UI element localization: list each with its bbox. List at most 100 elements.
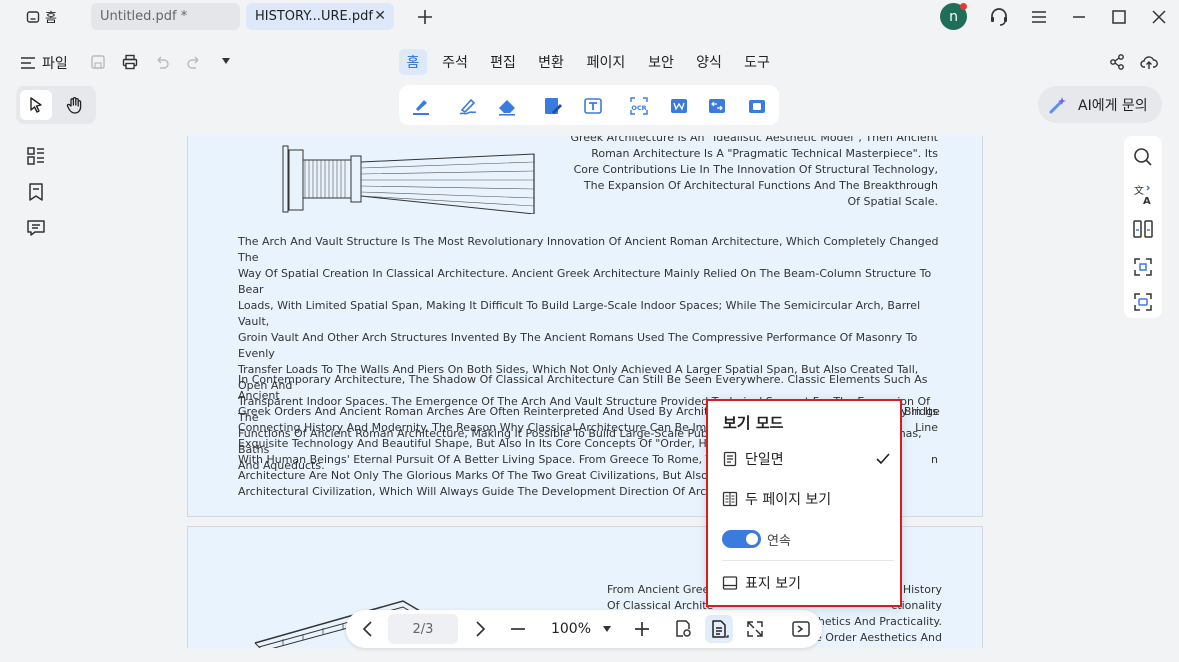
paragraph-line: Groin Vault And Other Arch Structures In… (238, 331, 918, 360)
share-button[interactable] (1108, 53, 1126, 71)
zoom-out-button[interactable] (508, 617, 528, 641)
tab-form[interactable]: 양식 (692, 49, 726, 75)
search-button[interactable] (1131, 145, 1155, 169)
zoom-in-button[interactable] (632, 617, 652, 641)
present-icon (792, 621, 810, 637)
tab-untitled[interactable]: Untitled.pdf * (91, 3, 240, 30)
to-word-tool-button[interactable] (668, 95, 690, 117)
tab-security[interactable]: 보안 (644, 49, 678, 75)
tab-convert[interactable]: 변환 (534, 49, 568, 75)
tab-tools[interactable]: 도구 (740, 49, 774, 75)
tab-edit[interactable]: 편집 (486, 49, 520, 75)
annotate-tool-button[interactable] (457, 95, 479, 117)
tab-history[interactable]: HISTORY...URE.pdf ✕ (246, 3, 394, 30)
maximize-icon (1112, 10, 1126, 24)
caret-down-icon (603, 626, 612, 632)
compare-tool-button[interactable] (706, 95, 728, 117)
compare-documents-button[interactable] (1131, 217, 1155, 241)
left-sidebar (17, 144, 55, 252)
tab-edit-label: 편집 (490, 55, 516, 71)
notification-dot (960, 3, 967, 10)
page-number-value: 2/3 (412, 621, 434, 637)
support-button[interactable] (987, 5, 1011, 29)
page1-intro-line: Greek Architecture Is An "Idealistic Aes… (570, 136, 938, 144)
tab-form-label: 양식 (696, 55, 722, 71)
menu-button[interactable] (1027, 5, 1051, 29)
tab-page-label: 페이지 (586, 55, 626, 71)
home-tab[interactable]: 홈 (17, 3, 85, 30)
bookmarks-button[interactable] (24, 180, 48, 204)
new-tab-button[interactable] (413, 5, 437, 29)
maximize-button[interactable] (1107, 5, 1131, 29)
close-window-button[interactable] (1147, 5, 1171, 29)
edit-text-tool-button[interactable] (542, 95, 564, 117)
screenshot-icon (1134, 293, 1152, 311)
menu-bar: 파일 홈 주석 편집 변환 페이지 보안 양식 도구 (0, 44, 1179, 80)
hand-icon (66, 97, 82, 114)
select-tool-button[interactable] (20, 90, 52, 120)
expand-icon (747, 621, 763, 637)
hand-tool-button[interactable] (59, 90, 91, 120)
paragraph-line: The Arch And Vault Structure Is The Most… (238, 235, 939, 264)
compare-icon (709, 99, 725, 113)
document-view-icon (712, 620, 729, 638)
page1-intro-line: Core Contributions Lie In The Innovation… (573, 163, 938, 176)
eraser-icon (499, 100, 515, 116)
page1-paragraph-right-fragments: ly In Its Line n (898, 404, 938, 468)
translate-button[interactable]: 文A (1131, 183, 1155, 207)
cover-view-option[interactable]: 표지 보기 (722, 571, 892, 595)
comments-button[interactable] (24, 216, 48, 240)
undo-button[interactable] (154, 54, 170, 70)
single-page-label: 단일면 (745, 452, 784, 468)
zoom-level-dropdown[interactable]: 100% (546, 617, 616, 641)
undo-icon (157, 56, 169, 69)
save-button[interactable] (90, 54, 106, 70)
view-mode-popup: 보기 모드 단일면 두 페이지 보기 연속 표지 보기 (706, 399, 902, 607)
svg-text:OCR: OCR (631, 104, 646, 112)
file-menu[interactable]: 파일 (20, 53, 68, 73)
thumbnails-button[interactable] (24, 144, 48, 168)
home-icon (26, 10, 40, 23)
view-mode-button[interactable] (705, 615, 733, 643)
redo-button[interactable] (186, 54, 202, 70)
page-number-input[interactable]: 2/3 (388, 614, 458, 644)
paragraph-fragment: Line (915, 421, 938, 434)
highlight-tool-button[interactable] (410, 95, 432, 117)
title-bar: 홈 Untitled.pdf * HISTORY...URE.pdf ✕ n (0, 0, 1179, 33)
cloud-upload-button[interactable] (1140, 53, 1158, 71)
tab-comment[interactable]: 주석 (438, 49, 472, 75)
word-convert-icon (671, 99, 687, 113)
fullscreen-button[interactable] (744, 617, 766, 641)
next-page-button[interactable] (470, 617, 490, 641)
previous-page-button[interactable] (358, 617, 378, 641)
page-fit-button[interactable] (672, 617, 694, 641)
page-fit-icon (676, 620, 691, 637)
screenshot-button[interactable] (1131, 290, 1155, 314)
tab-page[interactable]: 페이지 (583, 49, 629, 75)
tab-home[interactable]: 홈 (399, 49, 427, 75)
cover-view-icon (722, 576, 738, 590)
list-icon (21, 57, 35, 69)
minimize-button[interactable] (1067, 5, 1091, 29)
scan-button[interactable] (1131, 255, 1155, 279)
screen-record-tool-button[interactable] (746, 95, 768, 117)
scan-icon (1134, 258, 1152, 276)
ocr-tool-button[interactable]: OCR (628, 95, 650, 117)
eraser-tool-button[interactable] (496, 95, 518, 117)
page-navigation-bar: 2/3 100% (346, 610, 822, 648)
close-tab-icon[interactable]: ✕ (374, 8, 386, 24)
text-box-tool-button[interactable] (582, 95, 604, 117)
two-page-option[interactable]: 두 페이지 보기 (722, 487, 892, 511)
bookmark-icon (29, 183, 43, 201)
redo-icon (187, 56, 199, 69)
continuous-toggle-row[interactable]: 연속 (722, 527, 892, 551)
arrow-cursor-icon (30, 97, 42, 113)
quick-access-dropdown[interactable] (221, 57, 231, 65)
cover-view-label: 표지 보기 (745, 576, 801, 592)
presentation-button[interactable] (790, 617, 812, 641)
single-page-option[interactable]: 단일면 (722, 447, 892, 471)
tab-home-label: 홈 (406, 55, 420, 71)
print-button[interactable] (122, 54, 138, 70)
continuous-toggle[interactable] (722, 530, 761, 548)
ask-ai-button[interactable]: AI에게 문의 (1038, 86, 1162, 123)
